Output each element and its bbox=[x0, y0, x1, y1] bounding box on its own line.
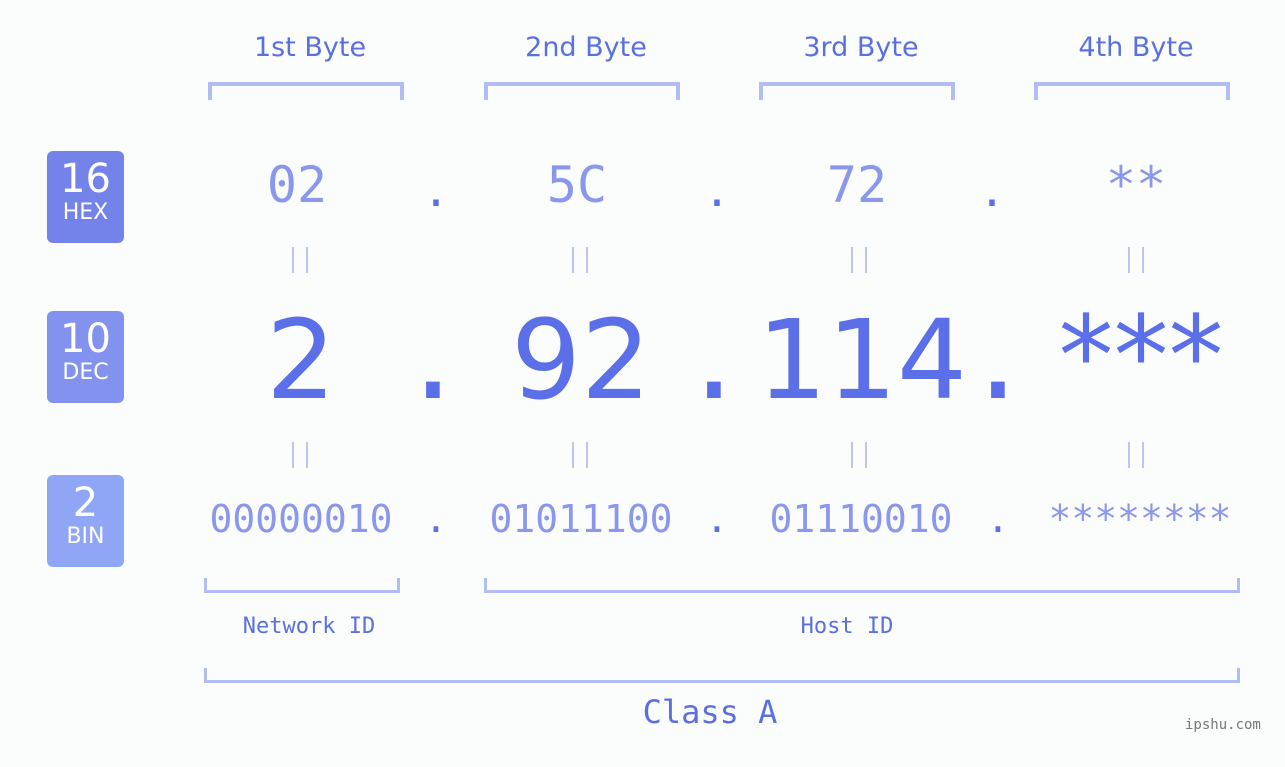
byte-header-4: 4th Byte bbox=[1078, 32, 1194, 63]
byte-bracket-4 bbox=[1034, 82, 1230, 100]
bin-badge-base: 2 bbox=[72, 480, 99, 526]
byte-header-2: 2nd Byte bbox=[525, 32, 647, 63]
hex-separator-1: . bbox=[422, 166, 450, 217]
byte-bracket-1 bbox=[208, 82, 404, 100]
bin-separator-1: . bbox=[424, 497, 448, 541]
hex-badge-base: 16 bbox=[60, 156, 111, 202]
hex-byte-4: ** bbox=[1105, 156, 1167, 214]
hex-badge: 16 HEX bbox=[47, 151, 124, 243]
byte-header-3: 3rd Byte bbox=[803, 32, 919, 63]
byte-bracket-3 bbox=[759, 82, 955, 100]
network-id-bracket bbox=[204, 578, 400, 593]
dec-separator-1: . bbox=[399, 296, 467, 424]
bin-separator-2: . bbox=[705, 497, 729, 541]
dec-separator-2: . bbox=[680, 296, 748, 424]
bin-badge: 2 BIN bbox=[47, 475, 124, 567]
bin-badge-label: BIN bbox=[66, 524, 105, 549]
hex-badge-label: HEX bbox=[62, 200, 109, 225]
byte-bracket-2 bbox=[484, 82, 680, 100]
hex-separator-3: . bbox=[978, 166, 1006, 217]
dec-badge-base: 10 bbox=[60, 316, 111, 362]
hex-separator-2: . bbox=[703, 166, 731, 217]
bin-separator-3: . bbox=[986, 497, 1010, 541]
dec-separator-3: . bbox=[964, 296, 1032, 424]
dec-badge: 10 DEC bbox=[47, 311, 124, 403]
dec-badge-label: DEC bbox=[62, 360, 109, 385]
class-bracket bbox=[204, 668, 1240, 683]
class-label: Class A bbox=[642, 693, 778, 731]
host-id-bracket bbox=[484, 578, 1240, 593]
byte-header-1: 1st Byte bbox=[253, 32, 367, 63]
network-id-label: Network ID bbox=[242, 614, 376, 639]
host-id-label: Host ID bbox=[800, 614, 894, 639]
watermark: ipshu.com bbox=[1185, 717, 1261, 733]
